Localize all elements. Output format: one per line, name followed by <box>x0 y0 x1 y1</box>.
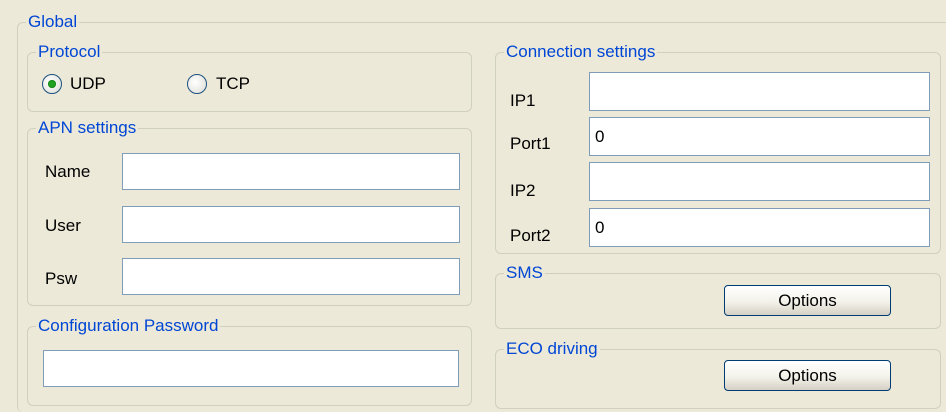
sms-options-button[interactable]: Options <box>724 285 891 316</box>
tcp-radio[interactable] <box>187 74 207 94</box>
port1-input[interactable] <box>589 117 930 156</box>
apn-name-label: Name <box>45 162 91 181</box>
sms-title: SMS <box>504 263 545 283</box>
protocol-title: Protocol <box>36 42 103 62</box>
apn-psw-input[interactable] <box>122 258 460 295</box>
apn-user-label: User <box>45 216 81 235</box>
config-password-title: Configuration Password <box>36 316 221 336</box>
udp-label[interactable]: UDP <box>70 74 106 94</box>
udp-radio[interactable] <box>42 74 62 94</box>
ip2-input[interactable] <box>589 162 930 201</box>
global-title: Global <box>26 12 80 32</box>
port2-input[interactable] <box>589 208 930 247</box>
apn-settings-title: APN settings <box>36 118 139 138</box>
eco-driving-title: ECO driving <box>504 339 600 359</box>
ip2-label: IP2 <box>510 181 536 200</box>
eco-options-button[interactable]: Options <box>724 360 891 391</box>
port2-label: Port2 <box>510 226 551 245</box>
apn-name-input[interactable] <box>122 153 460 190</box>
tcp-label[interactable]: TCP <box>216 74 250 94</box>
port1-label: Port1 <box>510 134 551 153</box>
ip1-input[interactable] <box>589 72 930 111</box>
config-password-input[interactable] <box>43 350 459 387</box>
ip1-label: IP1 <box>510 91 536 110</box>
connection-settings-title: Connection settings <box>504 42 658 62</box>
apn-user-input[interactable] <box>122 206 460 243</box>
apn-psw-label: Psw <box>45 269 78 288</box>
udp-radio-dot <box>48 80 56 88</box>
